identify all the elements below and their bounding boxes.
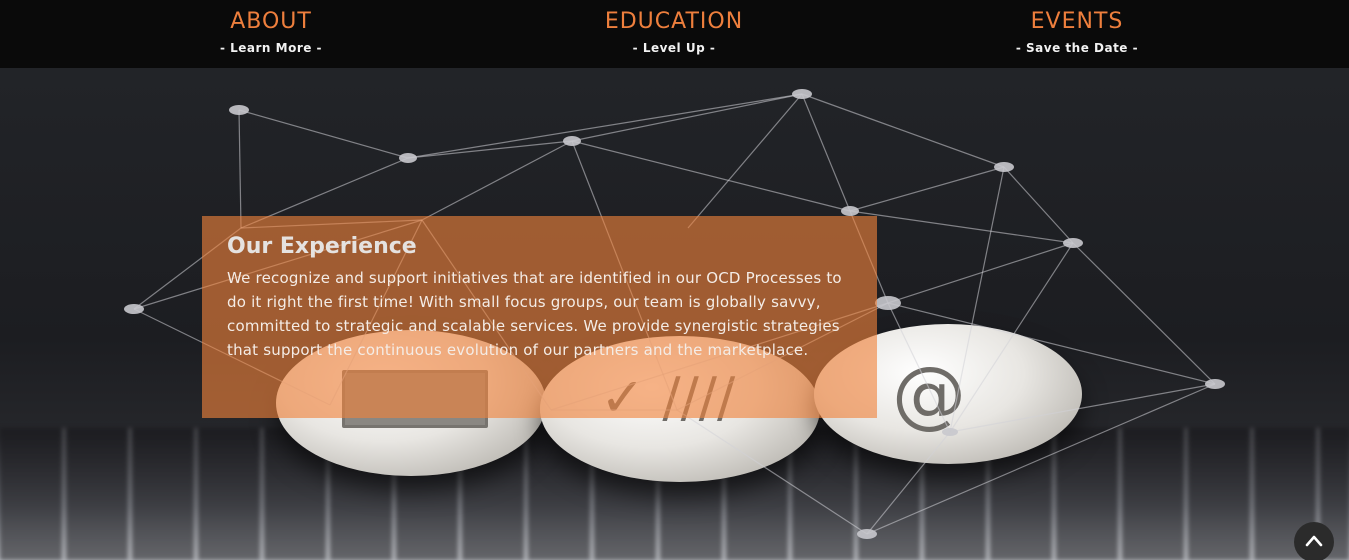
hero-image: ✓ //// @ (0, 68, 1349, 560)
nav-item-about[interactable]: ABOUT - Learn More - (121, 6, 421, 57)
experience-title: Our Experience (227, 234, 417, 259)
experience-card: Our Experience We recognize and support … (202, 216, 877, 418)
scroll-to-top-button[interactable] (1294, 522, 1334, 560)
nav-education-subtitle: - Level Up - (632, 41, 716, 55)
nav-education-title: EDUCATION (604, 9, 744, 34)
nav-events-subtitle: - Save the Date - (1015, 41, 1139, 55)
page: ABOUT - Learn More - EDUCATION - Level U… (0, 0, 1349, 560)
nav-item-events[interactable]: EVENTS - Save the Date - (927, 6, 1227, 57)
nav-events-title: EVENTS (1030, 9, 1124, 34)
nav-about-subtitle: - Learn More - (219, 41, 323, 55)
nav-item-education[interactable]: EDUCATION - Level Up - (524, 6, 824, 57)
top-nav: ABOUT - Learn More - EDUCATION - Level U… (0, 0, 1349, 68)
nav-about-title: ABOUT (230, 9, 312, 34)
experience-text: We recognize and support initiatives tha… (227, 269, 842, 359)
chevron-up-icon (1305, 535, 1323, 547)
